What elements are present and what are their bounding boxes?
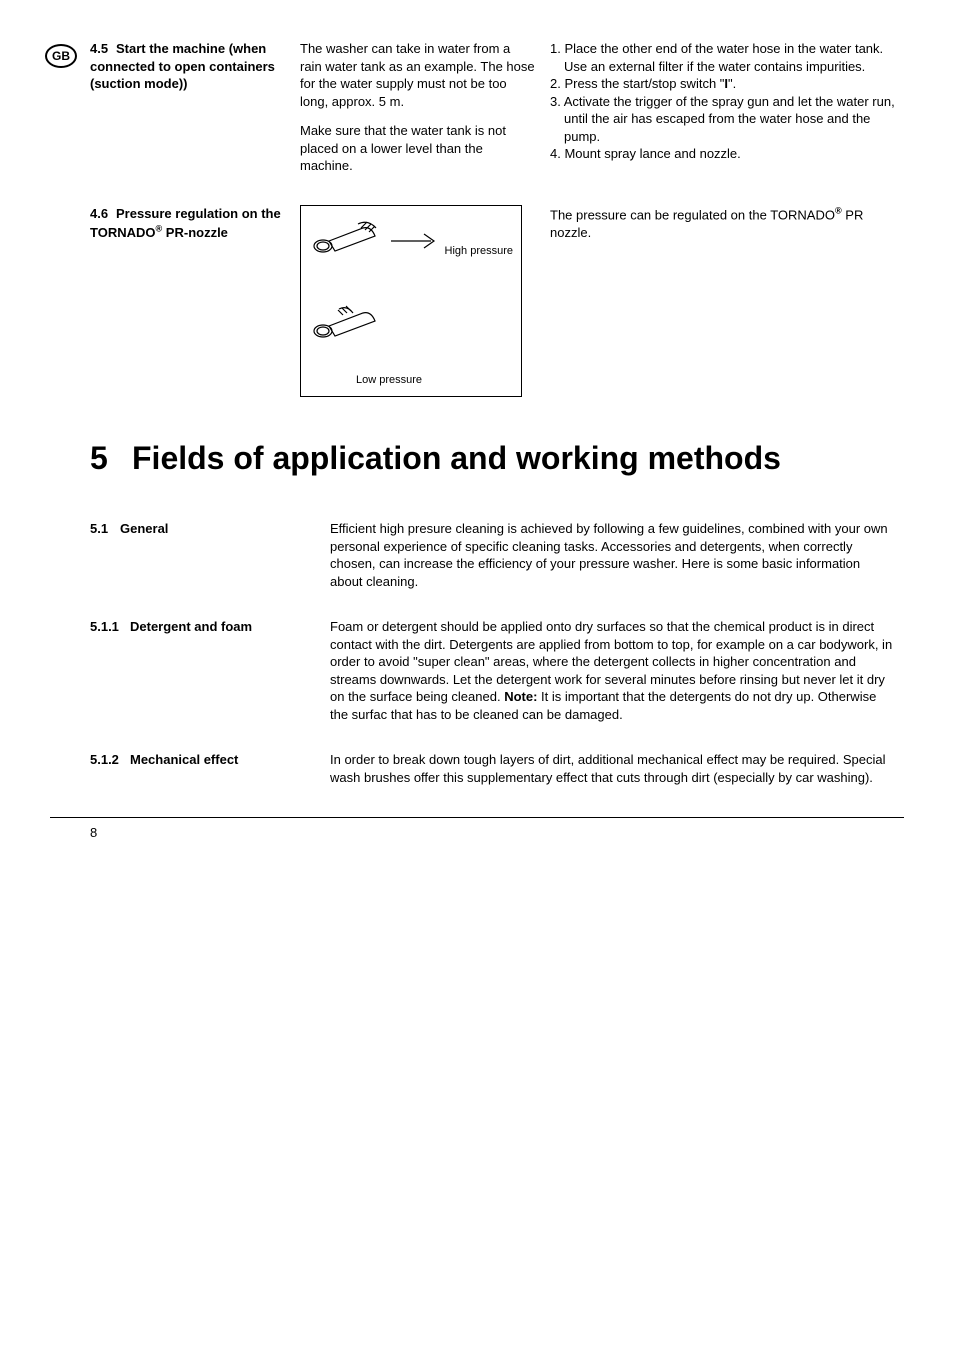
heading-5-1: 5.1General xyxy=(50,520,330,590)
para: In order to break down tough layers of d… xyxy=(330,751,904,786)
section-5-1-1: 5.1.1Detergent and foam Foam or detergen… xyxy=(50,618,904,723)
gb-badge: GB xyxy=(45,44,77,68)
para: The pressure can be regulated on the TOR… xyxy=(550,205,904,241)
heading-text: Pressure regulation on the TORNADO® PR-n… xyxy=(90,206,281,240)
section-5-1-2: 5.1.2Mechanical effect In order to break… xyxy=(50,751,904,786)
section-4-5: 4.5Start the machine (when connected to … xyxy=(50,40,904,175)
chapter-title: Fields of application and working method… xyxy=(132,437,781,480)
page-number: 8 xyxy=(50,817,904,842)
list-item: 2. Press the start/stop switch "I". xyxy=(550,75,904,93)
nozzle-figure: High pressure Low pressure xyxy=(300,205,522,397)
heading-num: 4.5 xyxy=(90,40,116,58)
low-pressure-label: Low pressure xyxy=(356,373,422,388)
heading-4-5: 4.5Start the machine (when connected to … xyxy=(90,40,290,93)
para: Make sure that the water tank is not pla… xyxy=(300,122,535,175)
chapter-num: 5 xyxy=(90,437,132,480)
chapter-heading: 5 Fields of application and working meth… xyxy=(90,437,904,480)
heading-4-6: 4.6Pressure regulation on the TORNADO® P… xyxy=(90,205,290,241)
heading-num: 4.6 xyxy=(90,205,116,223)
heading-text: Start the machine (when connected to ope… xyxy=(90,41,275,91)
para: The washer can take in water from a rain… xyxy=(300,40,535,110)
section-5-1: 5.1General Efficient high presure cleani… xyxy=(50,520,904,590)
para: Efficient high presure cleaning is achie… xyxy=(330,520,904,590)
list-item: 1. Place the other end of the water hose… xyxy=(550,40,904,75)
section-4-6: 4.6Pressure regulation on the TORNADO® P… xyxy=(50,205,904,397)
list-item: 3. Activate the trigger of the spray gun… xyxy=(550,93,904,146)
para: Foam or detergent should be applied onto… xyxy=(330,618,904,723)
heading-5-1-2: 5.1.2Mechanical effect xyxy=(50,751,330,786)
nozzle-high-icon xyxy=(313,216,383,261)
nozzle-low-icon xyxy=(313,301,383,346)
heading-5-1-1: 5.1.1Detergent and foam xyxy=(50,618,330,723)
list-item: 4. Mount spray lance and nozzle. xyxy=(550,145,904,163)
arrow-icon xyxy=(386,226,441,256)
high-pressure-label: High pressure xyxy=(445,244,513,259)
